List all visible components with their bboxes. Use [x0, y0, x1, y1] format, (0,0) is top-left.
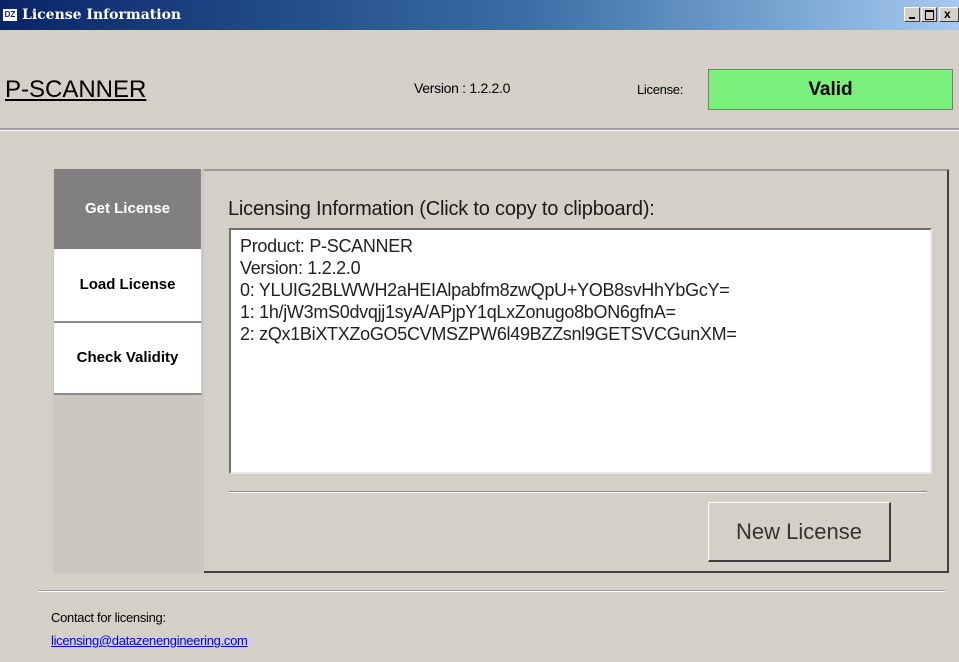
app-name: P-SCANNER: [5, 76, 147, 103]
info-line-key-0: 0: YLUIG2BLWWH2aHEIAlpabfm8zwQpU+YOB8svH…: [240, 280, 730, 300]
new-license-button[interactable]: New License: [708, 502, 891, 562]
sidebar: Get License Load License Check Validity: [50, 169, 204, 573]
license-information-window: DZ License Information x P-SCANNER Versi…: [0, 0, 959, 662]
contact-label: Contact for licensing:: [51, 610, 166, 625]
footer-divider: [38, 590, 945, 592]
licensing-info-heading: Licensing Information (Click to copy to …: [228, 198, 655, 220]
tab-get-license[interactable]: Get License: [54, 169, 202, 249]
window-title: License Information: [22, 7, 182, 23]
license-status-badge: Valid: [708, 69, 953, 110]
tab-load-license[interactable]: Load License: [54, 249, 202, 323]
content-separator: [229, 491, 927, 493]
tab-check-validity[interactable]: Check Validity: [54, 323, 202, 395]
licensing-info-textbox[interactable]: Product: P-SCANNER Version: 1.2.2.0 0: Y…: [229, 228, 932, 474]
minimize-button[interactable]: [904, 7, 920, 22]
info-line-version: Version: 1.2.2.0: [240, 258, 361, 278]
version-label: Version : 1.2.2.0: [414, 80, 511, 96]
info-line-key-2: 2: zQx1BiXTXZoGO5CVMSZPW6l49BZZsnl9GETSV…: [240, 324, 737, 344]
title-bar[interactable]: DZ License Information x: [0, 0, 959, 30]
license-panel: Get License Load License Check Validity …: [50, 169, 949, 573]
license-label: License:: [637, 82, 684, 97]
info-line-product: Product: P-SCANNER: [240, 236, 413, 256]
app-icon: DZ: [3, 9, 17, 21]
header-panel: P-SCANNER Version : 1.2.2.0 License: Val…: [0, 30, 959, 130]
contact-email-link[interactable]: licensing@datazenengineering.com: [51, 633, 248, 648]
close-button[interactable]: x: [939, 7, 959, 22]
maximize-button[interactable]: [921, 7, 937, 22]
close-icon: x: [944, 7, 951, 21]
content-area: Licensing Information (Click to copy to …: [204, 169, 949, 573]
info-line-key-1: 1: 1h/jW3mS0dvqjj1syA/APjpY1qLxZonugo8bO…: [240, 302, 676, 322]
